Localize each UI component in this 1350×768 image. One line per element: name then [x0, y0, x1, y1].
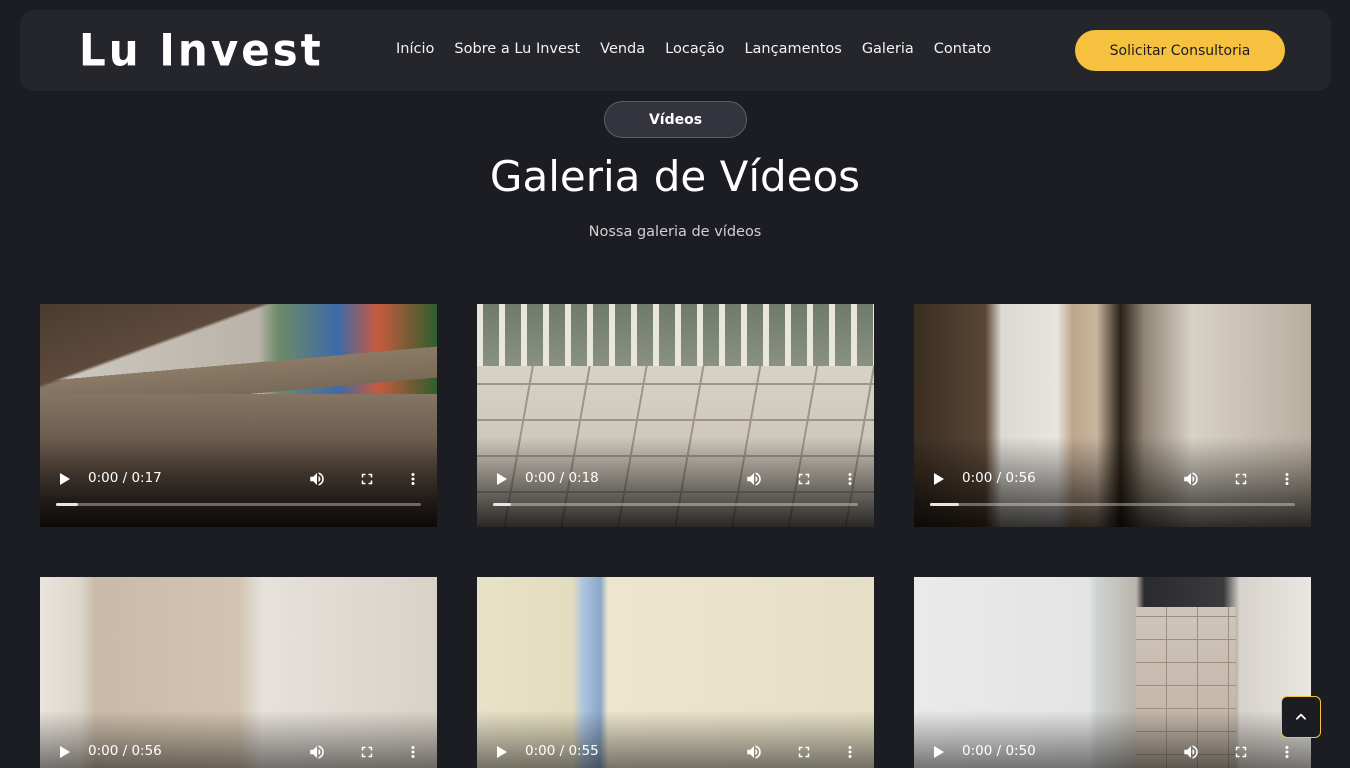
volume-icon[interactable] — [745, 470, 763, 488]
volume-icon[interactable] — [1182, 743, 1200, 761]
video-time: 0:00 / 0:18 — [525, 470, 599, 486]
fullscreen-icon[interactable] — [795, 470, 813, 488]
video-progress-bar[interactable] — [493, 503, 858, 506]
play-icon[interactable] — [60, 746, 70, 758]
nav-item-galeria[interactable]: Galeria — [862, 41, 914, 57]
play-icon[interactable] — [497, 746, 507, 758]
video-progress-fill — [493, 503, 512, 506]
more-options-icon[interactable] — [847, 743, 853, 761]
site-header: Lu Invest Início Sobre a Lu Invest Venda… — [20, 10, 1331, 91]
section-tag: Vídeos — [604, 101, 747, 138]
video-progress-bar[interactable] — [56, 503, 421, 506]
video-player[interactable]: 0:00 / 0:56 — [40, 577, 437, 768]
play-icon[interactable] — [934, 746, 944, 758]
nav-item-inicio[interactable]: Início — [396, 41, 434, 57]
site-logo[interactable]: Lu Invest — [79, 25, 324, 76]
chevron-up-icon — [1296, 713, 1306, 720]
nav-item-sobre[interactable]: Sobre a Lu Invest — [454, 41, 580, 57]
nav-item-venda[interactable]: Venda — [600, 41, 645, 57]
fullscreen-icon[interactable] — [1232, 743, 1250, 761]
more-options-icon[interactable] — [410, 470, 416, 488]
more-options-icon[interactable] — [1284, 743, 1290, 761]
nav-item-contato[interactable]: Contato — [934, 41, 991, 57]
video-player[interactable]: 0:00 / 0:55 — [477, 577, 874, 768]
video-progress-fill — [56, 503, 78, 506]
video-time: 0:00 / 0:56 — [962, 470, 1036, 486]
volume-icon[interactable] — [308, 470, 326, 488]
request-consulting-button[interactable]: Solicitar Consultoria — [1075, 30, 1285, 71]
play-icon[interactable] — [934, 473, 944, 485]
video-player[interactable]: 0:00 / 0:18 — [477, 304, 874, 527]
video-time: 0:00 / 0:56 — [88, 743, 162, 759]
page-title: Galeria de Vídeos — [489, 152, 861, 201]
nav-item-lancamentos[interactable]: Lançamentos — [744, 41, 841, 57]
volume-icon[interactable] — [1182, 470, 1200, 488]
fullscreen-icon[interactable] — [358, 743, 376, 761]
video-player[interactable]: 0:00 / 0:56 — [914, 304, 1311, 527]
play-icon[interactable] — [497, 473, 507, 485]
video-player[interactable]: 0:00 / 0:17 — [40, 304, 437, 527]
video-player[interactable]: 0:00 / 0:50 — [914, 577, 1311, 768]
play-icon[interactable] — [60, 473, 70, 485]
main-nav: Início Sobre a Lu Invest Venda Locação L… — [396, 41, 991, 57]
video-progress-bar[interactable] — [930, 503, 1295, 506]
video-time: 0:00 / 0:50 — [962, 743, 1036, 759]
fullscreen-icon[interactable] — [1232, 470, 1250, 488]
volume-icon[interactable] — [308, 743, 326, 761]
video-time: 0:00 / 0:55 — [525, 743, 599, 759]
video-time: 0:00 / 0:17 — [88, 470, 162, 486]
nav-item-locacao[interactable]: Locação — [665, 41, 724, 57]
more-options-icon[interactable] — [410, 743, 416, 761]
fullscreen-icon[interactable] — [795, 743, 813, 761]
video-progress-fill — [930, 503, 960, 506]
scroll-to-top-button[interactable] — [1281, 696, 1321, 738]
more-options-icon[interactable] — [847, 470, 853, 488]
page-subtitle: Nossa galeria de vídeos — [588, 224, 762, 240]
volume-icon[interactable] — [745, 743, 763, 761]
fullscreen-icon[interactable] — [358, 470, 376, 488]
more-options-icon[interactable] — [1284, 470, 1290, 488]
